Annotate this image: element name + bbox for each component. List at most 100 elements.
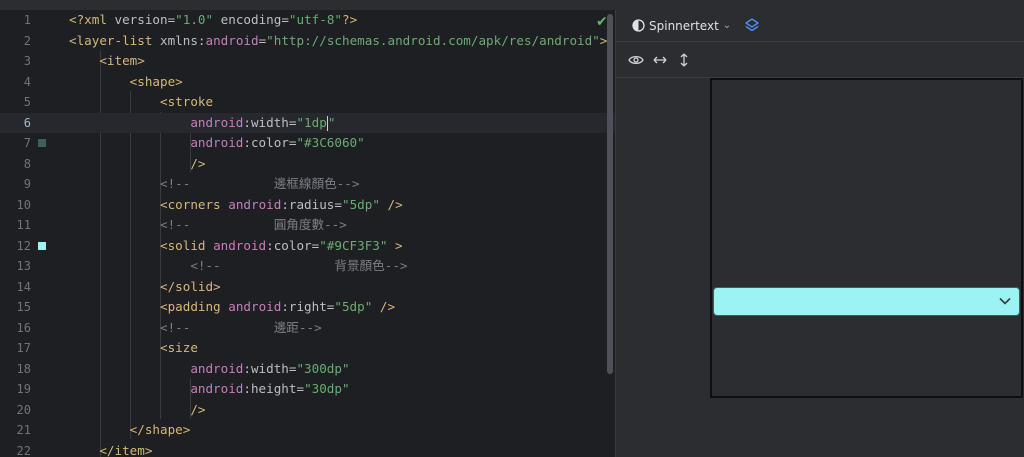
code-token: android: [69, 114, 244, 130]
code-text: <shape>: [69, 72, 183, 93]
code-text: </shape>: [69, 420, 191, 441]
code-token: <layer-list: [69, 32, 160, 48]
code-token: :width=: [243, 360, 297, 376]
code-line[interactable]: 18 android:width="300dp": [0, 359, 615, 380]
code-line[interactable]: 22 </item>: [0, 441, 615, 457]
line-number: 7: [23, 136, 31, 150]
code-text: android:width="300dp": [69, 359, 349, 380]
code-token: <padding: [69, 299, 229, 314]
code-line[interactable]: 4 <shape>: [0, 72, 615, 93]
line-number: 13: [16, 259, 31, 273]
resize-horizontal-icon[interactable]: [650, 50, 670, 70]
code-token: android: [69, 360, 244, 376]
code-editor[interactable]: 1 <?xml version="1.0" encoding="utf-8"?> 2…: [0, 10, 615, 457]
code-line[interactable]: 3 <item>: [0, 51, 615, 72]
code-line[interactable]: 5 <stroke: [0, 92, 615, 113]
code-token: encoding=: [213, 12, 289, 27]
line-number: 15: [16, 300, 31, 314]
code-token: />: [379, 196, 403, 212]
code-line[interactable]: 20 />: [0, 400, 615, 421]
code-token: <size: [69, 340, 198, 355]
chevron-down-icon: ⌄: [722, 20, 732, 31]
line-number: 10: [16, 197, 31, 212]
code-text: <stroke: [69, 92, 213, 113]
code-token: ": [327, 114, 336, 130]
code-text: <!-- 邊距-->: [69, 318, 322, 339]
code-line[interactable]: 10 <corners android:radius="5dp" />: [0, 195, 615, 216]
code-line[interactable]: 12 <solid android:color="#9CF3F3" >: [0, 236, 615, 257]
preview-panel: Spinnertext ⌄: [615, 10, 1024, 457]
line-number: 5: [23, 95, 31, 109]
code-token: </item>: [69, 442, 153, 457]
code-line[interactable]: 19 android:height="30dp": [0, 379, 615, 400]
code-line[interactable]: 1 <?xml version="1.0" encoding="utf-8"?>: [0, 10, 615, 31]
code-token: android: [213, 237, 267, 253]
code-text: android:height="30dp": [69, 379, 349, 400]
line-number: 8: [23, 156, 31, 171]
code-token: "#3C6060": [296, 135, 365, 150]
code-token: :right=: [281, 299, 335, 314]
checkmark-icon: ✔: [596, 14, 608, 30]
code-text: />: [69, 154, 205, 175]
editor-scrollbar[interactable]: [607, 14, 613, 374]
code-line[interactable]: 21 </shape>: [0, 420, 615, 441]
code-token: <corners: [69, 196, 229, 212]
code-text: <solid android:color="#9CF3F3" >: [69, 236, 403, 257]
code-line[interactable]: 9 <!-- 邊框線顏色-->: [0, 174, 615, 195]
code-token: <!-- 圓角度數-->: [69, 217, 347, 232]
line-number: 20: [16, 402, 31, 417]
visibility-icon[interactable]: [626, 50, 646, 70]
code-token: "5dp": [334, 299, 373, 314]
code-token: "1dp: [296, 114, 327, 130]
code-line[interactable]: 14 </solid>: [0, 277, 615, 298]
code-text: <size: [69, 338, 198, 359]
preview-toolbar: Spinnertext ⌄: [616, 10, 1024, 42]
line-number: 11: [16, 218, 31, 232]
code-token: <solid: [69, 237, 214, 253]
code-token: <shape>: [69, 73, 183, 89]
line-number: 17: [16, 341, 31, 355]
preview-view-toolbar: [616, 42, 1024, 78]
theme-contrast-icon: [632, 19, 645, 32]
code-text: />: [69, 400, 205, 421]
code-text: <!-- 圓角度數-->: [69, 215, 347, 236]
code-line[interactable]: 17 <size: [0, 338, 615, 359]
code-line[interactable]: 7 android:color="#3C6060": [0, 133, 615, 154]
title-strip: [0, 0, 1024, 10]
code-token: "http://schemas.android.com/apk/res/andr…: [266, 32, 600, 48]
code-text: </solid>: [69, 277, 221, 298]
code-line[interactable]: 16 <!-- 邊距-->: [0, 318, 615, 339]
code-line[interactable]: 2 <layer-list xmlns:android="http://schem…: [0, 31, 615, 52]
code-token: />: [69, 155, 206, 171]
line-number: 4: [23, 74, 31, 89]
code-text: android:color="#3C6060": [69, 133, 365, 154]
layers-icon[interactable]: [743, 17, 761, 35]
resize-vertical-icon[interactable]: [674, 50, 694, 70]
code-token: >: [387, 237, 403, 253]
device-frame: [710, 78, 1023, 398]
code-token: <!-- 邊距-->: [69, 319, 322, 335]
line-number: 16: [16, 320, 31, 335]
code-line[interactable]: 6 android:width="1dp": [0, 112, 615, 134]
code-text: android:width="1dp": [69, 113, 335, 134]
code-token: :color=: [243, 135, 297, 150]
code-line[interactable]: 15 <padding android:right="5dp" />: [0, 297, 615, 318]
spinner-preview[interactable]: [713, 287, 1020, 316]
code-token: :width=: [243, 114, 297, 130]
line-number: 2: [23, 33, 31, 48]
code-line[interactable]: 13 <!-- 背景顏色-->: [0, 256, 615, 277]
code-token: <stroke: [69, 94, 214, 109]
theme-selector[interactable]: Spinnertext ⌄: [632, 19, 731, 33]
code-text: <layer-list xmlns:android="http://schema…: [69, 31, 607, 52]
code-token: </shape>: [69, 422, 191, 437]
line-number: 21: [16, 423, 31, 437]
code-text: <padding android:right="5dp" />: [69, 297, 395, 318]
line-number: 14: [16, 279, 31, 294]
code-line[interactable]: 11 <!-- 圓角度數-->: [0, 215, 615, 236]
code-token: android: [69, 381, 244, 396]
color-swatch-icon[interactable]: [38, 139, 46, 147]
line-number: 19: [16, 382, 31, 396]
code-line[interactable]: 8 />: [0, 154, 615, 175]
color-swatch-icon[interactable]: [38, 241, 46, 250]
code-token: "#9CF3F3": [319, 237, 388, 253]
